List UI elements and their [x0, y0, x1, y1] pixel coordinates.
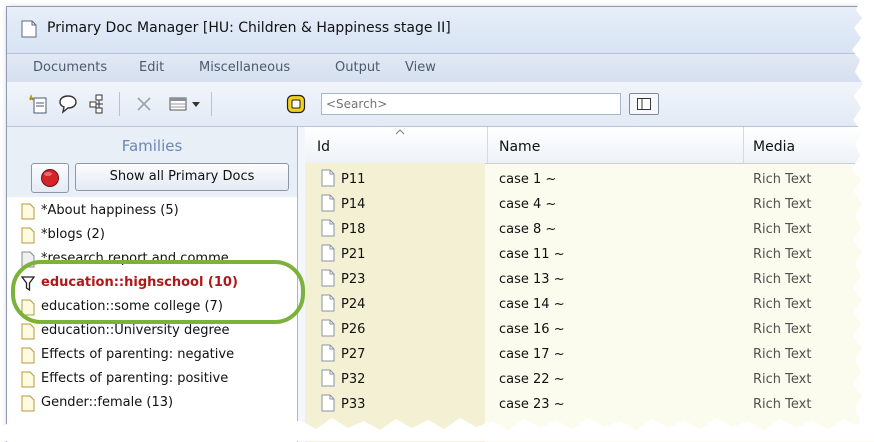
torn-edge-bottom [0, 418, 874, 441]
cell-name: case 22 ~ [499, 372, 565, 387]
cell-id: P32 [341, 372, 366, 387]
table-row[interactable]: P27 case 17 ~ Rich Text [305, 342, 874, 367]
document-icon [321, 169, 335, 187]
family-label: education::University degree [41, 323, 230, 338]
cell-name: case 8 ~ [499, 222, 557, 237]
cell-media: Rich Text [753, 222, 812, 237]
sort-ascending-icon [395, 129, 405, 135]
chevron-down-icon[interactable] [189, 93, 203, 115]
family-label: Effects of parenting: negative [41, 347, 235, 362]
document-icon [321, 344, 335, 362]
document-icon [321, 269, 335, 287]
cell-name: case 17 ~ [499, 347, 565, 362]
family-label: *blogs (2) [41, 227, 105, 242]
window-title: Primary Doc Manager [HU: Children & Happ… [47, 20, 451, 36]
column-header-media[interactable]: Media [753, 139, 795, 155]
side-panel-button[interactable] [629, 93, 659, 115]
family-item[interactable]: Effects of parenting: positive [21, 368, 295, 392]
toolbar [7, 82, 874, 127]
show-all-primary-docs-button[interactable]: Show all Primary Docs [75, 163, 289, 191]
family-item[interactable]: *blogs (2) [21, 224, 295, 248]
family-label: Effects of parenting: positive [41, 371, 229, 386]
document-icon [321, 244, 335, 262]
cell-name: case 14 ~ [499, 297, 565, 312]
cell-name: case 4 ~ [499, 197, 557, 212]
highlight-annotation [11, 260, 305, 324]
cell-name: case 1 ~ [499, 172, 557, 187]
stop-icon [41, 169, 59, 187]
family-item[interactable]: *About happiness (5) [21, 200, 295, 224]
menu-edit[interactable]: Edit [139, 60, 164, 75]
table-row[interactable]: P32 case 22 ~ Rich Text [305, 367, 874, 392]
document-icon [321, 369, 335, 387]
table-header: Id Name Media [305, 127, 874, 164]
cell-media: Rich Text [753, 272, 812, 287]
table-row[interactable]: P11 case 1 ~ Rich Text [305, 167, 874, 192]
search-input[interactable] [321, 93, 621, 115]
families-heading: Families [121, 137, 183, 155]
document-icon [321, 219, 335, 237]
table-row[interactable]: P21 case 11 ~ Rich Text [305, 242, 874, 267]
cell-id: P18 [341, 222, 366, 237]
family-icon [21, 323, 35, 340]
cell-id: P23 [341, 272, 366, 287]
document-icon [21, 20, 37, 38]
cell-id: P11 [341, 172, 366, 187]
column-divider[interactable] [743, 127, 744, 163]
column-divider[interactable] [487, 127, 488, 163]
cell-id: P26 [341, 322, 366, 337]
menu-view[interactable]: View [405, 60, 436, 75]
primary-doc-manager-window: Primary Doc Manager [HU: Children & Happ… [6, 6, 874, 442]
title-bar: Primary Doc Manager [HU: Children & Happ… [7, 7, 874, 54]
cell-media: Rich Text [753, 322, 812, 337]
view-table-icon[interactable] [167, 93, 189, 115]
table-row[interactable]: P24 case 14 ~ Rich Text [305, 292, 874, 317]
cell-media: Rich Text [753, 297, 812, 312]
cell-media: Rich Text [753, 172, 812, 187]
stop-filter-button[interactable] [31, 163, 69, 193]
table-row[interactable]: P18 case 8 ~ Rich Text [305, 217, 874, 242]
cell-name: case 16 ~ [499, 322, 565, 337]
delete-icon[interactable] [133, 93, 155, 115]
document-icon [321, 294, 335, 312]
column-header-name[interactable]: Name [499, 139, 540, 155]
toolbar-separator [211, 92, 212, 116]
filter-toggle-icon[interactable] [285, 93, 307, 115]
document-icon [321, 319, 335, 337]
network-icon[interactable] [87, 93, 109, 115]
table-row[interactable]: P14 case 4 ~ Rich Text [305, 192, 874, 217]
cell-name: case 11 ~ [499, 247, 565, 262]
cell-id: P14 [341, 197, 366, 212]
column-header-id[interactable]: Id [317, 139, 330, 155]
menu-documents[interactable]: Documents [33, 60, 107, 75]
family-label: *About happiness (5) [41, 203, 179, 218]
toolbar-separator [119, 92, 120, 116]
family-icon [21, 227, 35, 244]
family-item[interactable]: Effects of parenting: negative [21, 344, 295, 368]
table-row[interactable]: P26 case 16 ~ Rich Text [305, 317, 874, 342]
split-view-icon [637, 98, 651, 110]
menu-miscellaneous[interactable]: Miscellaneous [199, 60, 290, 75]
family-icon [21, 203, 35, 220]
cell-name: case 13 ~ [499, 272, 565, 287]
cell-media: Rich Text [753, 247, 812, 262]
table-row[interactable]: P23 case 13 ~ Rich Text [305, 267, 874, 292]
document-icon [321, 194, 335, 212]
cell-media: Rich Text [753, 372, 812, 387]
torn-edge-right [852, 0, 874, 441]
cell-id: P24 [341, 297, 366, 312]
family-icon [21, 371, 35, 388]
add-document-icon[interactable] [27, 93, 49, 115]
cell-media: Rich Text [753, 347, 812, 362]
family-icon [21, 347, 35, 364]
menu-bar: Documents Edit Miscellaneous Output View [7, 54, 874, 82]
cell-media: Rich Text [753, 197, 812, 212]
menu-output[interactable]: Output [335, 60, 380, 75]
primary-docs-table: Id Name Media P11 case 1 ~ Rich Text P14 cas… [305, 127, 874, 442]
comment-icon[interactable] [57, 93, 79, 115]
cell-id: P27 [341, 347, 366, 362]
cell-id: P21 [341, 247, 366, 262]
